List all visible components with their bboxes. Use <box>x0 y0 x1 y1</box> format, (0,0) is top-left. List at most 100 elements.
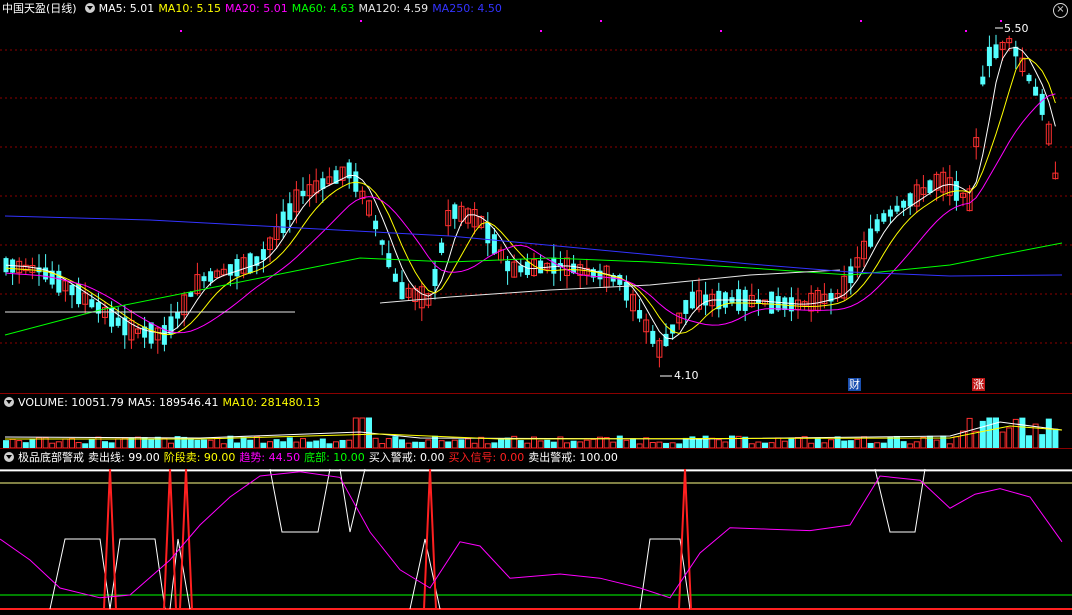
candle-down <box>188 292 194 297</box>
close-icon[interactable]: × <box>1053 3 1068 18</box>
candle-down <box>907 193 913 207</box>
volume-bar <box>313 440 320 449</box>
volume-bar <box>999 431 1006 449</box>
candle-down <box>874 219 880 232</box>
volume-bar <box>696 438 702 449</box>
candle-down <box>485 222 491 244</box>
candle-down <box>683 300 689 314</box>
candle-down <box>280 211 286 234</box>
volume-bar <box>201 439 207 449</box>
candlestick-chart[interactable] <box>0 0 1072 393</box>
bottom-label: 底部: 10.00 <box>304 451 365 464</box>
volume-bar <box>29 439 36 449</box>
candle-down <box>650 330 656 344</box>
volume-bar <box>128 437 135 449</box>
buy-signal-spike <box>103 468 117 610</box>
buy-alert-shape <box>109 538 166 610</box>
volume-bar <box>187 438 194 449</box>
volume-bar <box>517 440 524 449</box>
candle-down <box>148 322 154 344</box>
volume-bar <box>372 437 379 449</box>
volume-bar <box>425 439 432 449</box>
buy-signal-spike <box>163 468 177 610</box>
candle-down <box>703 294 709 306</box>
volume-bar <box>438 440 445 449</box>
limit-up-marker[interactable]: 涨 <box>972 378 985 391</box>
indicator-legend: 极品底部警戒 卖出线: 99.00 阶段卖: 90.00 趋势: 44.50 底部: 1… <box>0 449 622 467</box>
volume-bar <box>795 437 801 449</box>
volume-pane[interactable]: VOLUME: 10051.79 MA5: 189546.41 MA10: 2814… <box>0 393 1072 449</box>
volume-bar <box>841 440 848 449</box>
candle-down <box>439 242 445 253</box>
price-legend: 中国天盈(日线) MA5: 5.01 MA10: 5.15 MA20: 5.01 MA6… <box>0 0 506 18</box>
candle-down <box>56 270 62 293</box>
volume-bar <box>207 439 214 449</box>
volume-bar <box>253 435 260 449</box>
volume-bar <box>702 435 709 449</box>
volume-label: VOLUME: 10051.79 <box>18 396 124 409</box>
candle-down <box>887 209 893 217</box>
candle-down <box>379 240 385 245</box>
dropdown-icon[interactable] <box>4 397 14 407</box>
candle-down <box>637 310 643 319</box>
volume-bar <box>359 417 366 449</box>
volume-bar <box>709 437 716 449</box>
candle-down <box>881 213 887 222</box>
volume-bar <box>286 437 293 449</box>
volume-bar <box>623 439 630 449</box>
volume-bar <box>240 437 247 449</box>
volume-bar <box>115 438 122 449</box>
volume-bar <box>385 438 392 449</box>
dropdown-icon[interactable] <box>4 452 14 462</box>
volume-bar <box>1052 428 1059 449</box>
volume-bar <box>161 437 168 449</box>
signal-dot <box>540 30 542 32</box>
ma5-line <box>5 46 1056 340</box>
volume-bar <box>953 436 960 449</box>
volume-bar <box>854 438 861 449</box>
candle-down <box>208 271 214 282</box>
candle-down <box>986 46 992 67</box>
candle-down <box>551 257 557 274</box>
price-chart-pane[interactable]: 中国天盈(日线) MA5: 5.01 MA10: 5.15 MA20: 5.01 MA6… <box>0 0 1072 393</box>
vol-ma5-label: MA5: 189546.41 <box>127 396 219 409</box>
candle-down <box>1026 74 1032 82</box>
candle-down <box>260 249 266 260</box>
candle-down <box>432 268 438 287</box>
candle-down <box>1033 86 1039 96</box>
signal-dot <box>360 20 362 22</box>
ma10-label: MA10: 5.15 <box>158 2 222 15</box>
indicator-pane[interactable]: 极品底部警戒 卖出线: 99.00 阶段卖: 90.00 趋势: 44.50 底部: 1… <box>0 448 1072 615</box>
finance-marker[interactable]: 财 <box>848 378 861 391</box>
volume-bar <box>214 437 221 449</box>
volume-bar <box>352 417 359 449</box>
candle-down <box>775 296 781 311</box>
volume-bar <box>3 440 9 449</box>
volume-bar <box>458 439 465 449</box>
candle-down <box>300 190 306 197</box>
volume-bar <box>643 437 650 449</box>
candle-down <box>782 297 788 311</box>
low-price-label: 4.10 <box>674 369 699 382</box>
indicator-chart[interactable] <box>0 449 1072 615</box>
volume-bar <box>729 435 735 449</box>
volume-bar <box>960 430 966 449</box>
volume-bar <box>300 438 306 449</box>
volume-bar <box>88 438 95 449</box>
volume-bar <box>920 437 927 449</box>
candle-down <box>452 204 458 219</box>
volume-bar <box>814 437 821 449</box>
dropdown-icon[interactable] <box>84 3 95 13</box>
volume-bar <box>933 439 940 449</box>
volume-bar <box>339 439 346 449</box>
candle-down <box>689 291 695 309</box>
volume-bar <box>1026 435 1032 449</box>
volume-legend: VOLUME: 10051.79 MA5: 189546.41 MA10: 2814… <box>0 394 324 412</box>
volume-bar <box>781 440 788 449</box>
volume-bar <box>1045 418 1052 449</box>
volume-bar <box>62 438 69 449</box>
volume-bar <box>847 440 854 449</box>
candle-down <box>980 76 986 85</box>
volume-bar <box>986 417 993 449</box>
ma250-label: MA250: 4.50 <box>432 2 502 15</box>
